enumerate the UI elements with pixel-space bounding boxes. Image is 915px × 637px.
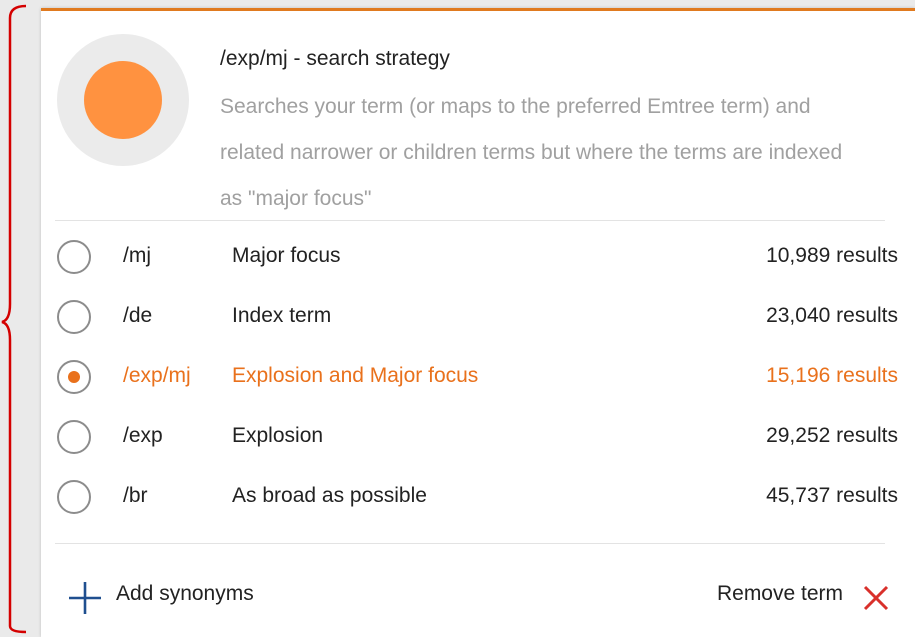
option-row-br[interactable]: /br As broad as possible 45,737 results: [41, 470, 915, 530]
radio-button[interactable]: [57, 300, 91, 334]
annotation-bracket: [1, 4, 27, 634]
option-count: 29,252 results: [766, 424, 898, 447]
add-synonyms-label: Add synonyms: [116, 582, 254, 605]
strategy-title: /exp/mj - search strategy: [220, 47, 450, 70]
radio-button[interactable]: [57, 240, 91, 274]
close-icon: [863, 585, 889, 611]
radio-button[interactable]: [57, 360, 91, 394]
radio-button[interactable]: [57, 420, 91, 454]
option-row-exp[interactable]: /exp Explosion 29,252 results: [41, 410, 915, 470]
option-row-exp-mj[interactable]: /exp/mj Explosion and Major focus 15,196…: [41, 350, 915, 410]
filled-circle-icon: [84, 61, 162, 139]
radio-button[interactable]: [57, 480, 91, 514]
radio-dot-icon: [68, 371, 80, 383]
option-count: 45,737 results: [766, 484, 898, 507]
option-label: Explosion: [232, 424, 324, 447]
option-row-mj[interactable]: /mj Major focus 10,989 results: [41, 230, 915, 290]
option-row-de[interactable]: /de Index term 23,040 results: [41, 290, 915, 350]
remove-term-button[interactable]: Remove term: [671, 576, 891, 616]
option-label: Major focus: [232, 244, 341, 267]
panel-top-accent: [41, 8, 915, 11]
option-count: 23,040 results: [766, 304, 898, 327]
plus-icon: [69, 582, 101, 614]
option-code: /de: [123, 304, 153, 327]
option-code: /mj: [123, 244, 151, 267]
option-code: /exp/mj: [123, 364, 191, 387]
strategy-description: Searches your term (or maps to the prefe…: [220, 95, 843, 210]
option-label: Explosion and Major focus: [232, 364, 479, 387]
strategy-circle-icon: [57, 34, 189, 166]
search-strategy-panel: /exp/mj - search strategy Searches your …: [41, 8, 915, 637]
remove-term-label: Remove term: [716, 582, 843, 605]
divider: [55, 543, 885, 544]
option-label: As broad as possible: [232, 484, 427, 507]
option-code: /exp: [123, 424, 163, 447]
divider: [55, 220, 885, 221]
option-label: Index term: [232, 304, 332, 327]
option-code: /br: [123, 484, 148, 507]
option-count: 10,989 results: [766, 244, 898, 267]
option-count: 15,196 results: [766, 364, 898, 387]
